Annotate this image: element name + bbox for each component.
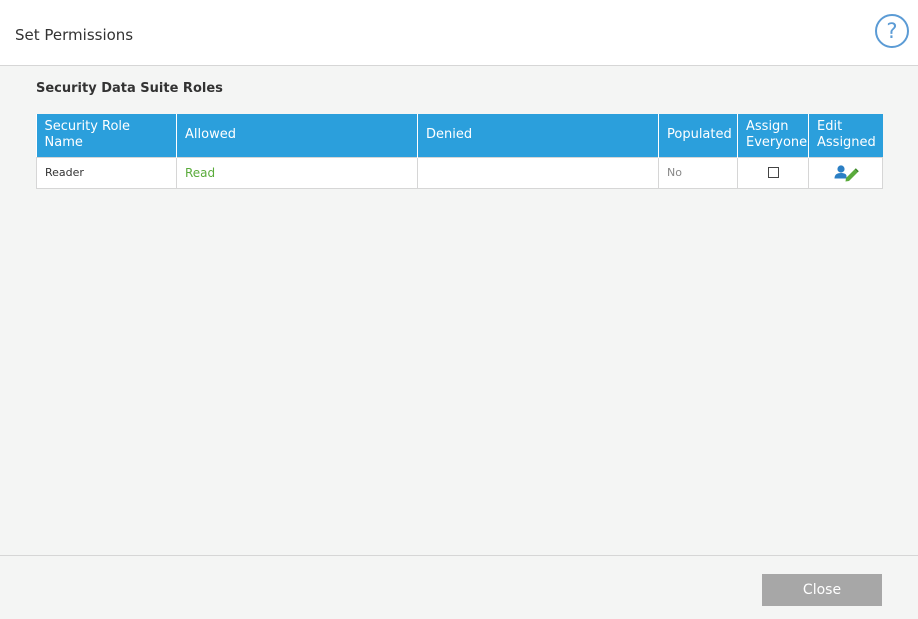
cell-role-name: Reader: [36, 156, 177, 189]
cell-denied: [417, 156, 659, 189]
help-icon[interactable]: ?: [875, 14, 909, 48]
column-header-role-name: Security Role Name: [36, 114, 177, 157]
roles-table: Security Role Name Allowed Denied Popula…: [36, 114, 883, 189]
column-header-populated: Populated: [658, 114, 738, 157]
dialog-header: Set Permissions ?: [0, 0, 918, 66]
close-button[interactable]: Close: [762, 574, 882, 606]
assign-everyone-checkbox[interactable]: [767, 167, 779, 178]
populated-value: No: [667, 166, 682, 179]
column-header-denied: Denied: [417, 114, 659, 157]
user-edit-icon[interactable]: [833, 164, 859, 182]
dialog-title: Set Permissions: [15, 26, 134, 44]
cell-populated: No: [658, 156, 738, 189]
column-header-allowed: Allowed: [176, 114, 418, 157]
allowed-value: Read: [185, 165, 216, 180]
dialog-footer: Close: [0, 555, 918, 619]
column-header-edit-assigned: Edit Assigned: [808, 114, 883, 157]
table-header-row: Security Role Name Allowed Denied Popula…: [36, 114, 883, 157]
section-title: Security Data Suite Roles: [36, 81, 223, 96]
column-header-assign-everyone: Assign Everyone: [737, 114, 809, 157]
table-row: Reader Read No: [36, 156, 883, 189]
cell-assign-everyone: [737, 156, 809, 189]
cell-edit-assigned: [808, 156, 883, 189]
cell-allowed: Read: [176, 156, 418, 189]
